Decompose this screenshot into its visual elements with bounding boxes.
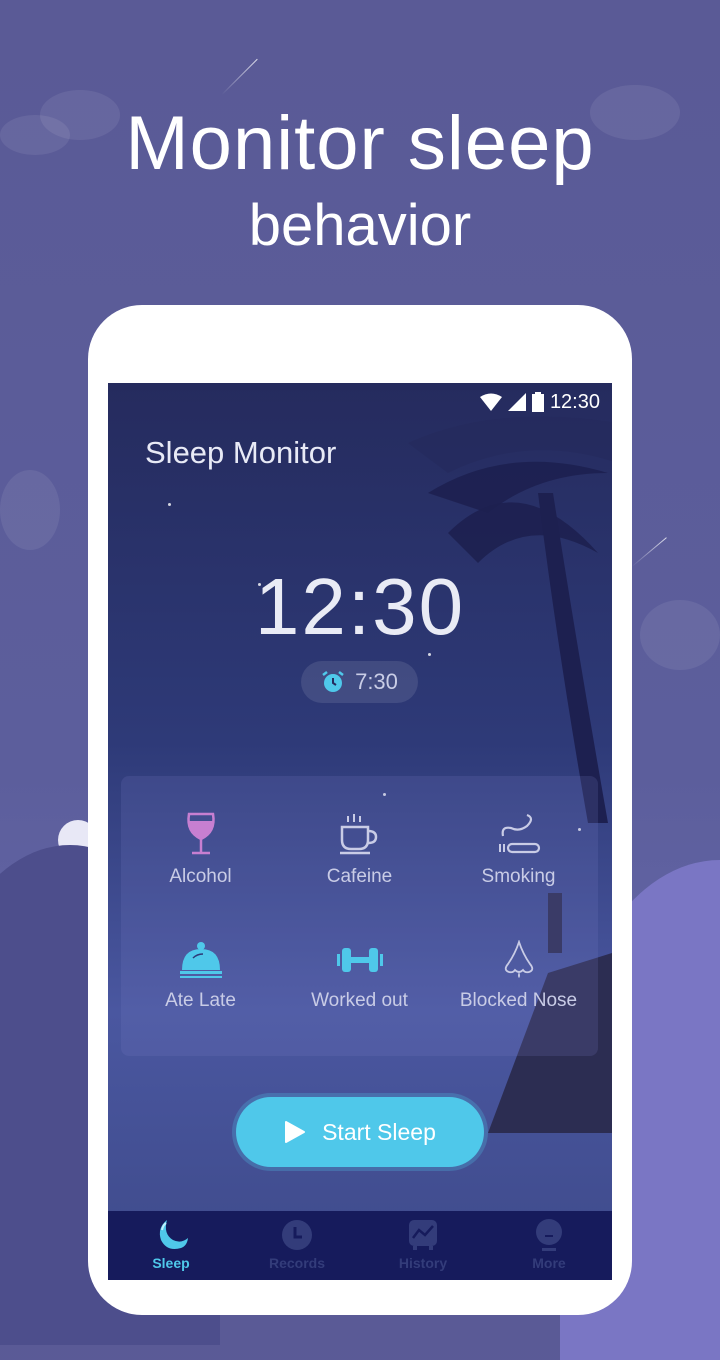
app-title: Sleep Monitor [145,435,337,470]
promo-subheadline: behavior [248,193,472,258]
shooting-star [221,58,258,95]
alarm-button[interactable]: 7:30 [301,661,418,703]
factor-label: Ate Late [165,990,236,1011]
star-decoration [428,653,431,656]
wine-glass-icon [186,812,215,855]
alarm-time: 7:30 [355,669,398,694]
factor-ate-late[interactable]: Ate Late [121,940,280,1012]
cloud-decoration [0,470,60,550]
play-icon [285,1121,306,1143]
tab-history[interactable]: History [360,1211,486,1280]
cigarette-icon [498,813,540,854]
factor-cafeine[interactable]: Cafeine [280,812,439,888]
factor-label: Worked out [311,990,408,1011]
tab-label: History [398,1255,448,1271]
promo-headline: Monitor sleep [125,101,595,186]
tab-label: Sleep [152,1255,190,1271]
tab-records[interactable]: Records [234,1211,360,1280]
start-sleep-button[interactable]: Start Sleep [236,1097,484,1167]
tab-label: More [532,1255,566,1271]
cloud-decoration [640,600,720,670]
clock-icon [282,1220,312,1250]
app-screen: 12:30 Sleep Monitor 12:30 7:30 Alcohol C… [108,383,612,1280]
factor-label: Alcohol [169,866,232,887]
status-bar: 12:30 [479,390,600,413]
wifi-icon [479,393,502,411]
sleep-factors-panel: Alcohol Cafeine Smoking Ate Late Worked … [121,776,598,1056]
dumbbell-icon [336,948,383,972]
bottom-tab-bar: Sleep Records History More [108,1211,612,1280]
current-time: 12:30 [254,562,466,651]
factor-label: Smoking [481,866,556,887]
coffee-cup-icon [339,814,377,855]
more-face-icon [536,1219,562,1251]
factor-label: Blocked Nose [459,990,578,1011]
tab-more[interactable]: More [486,1211,612,1280]
cell-signal-icon [507,393,526,411]
factor-alcohol[interactable]: Alcohol [121,812,280,888]
start-sleep-label: Start Sleep [322,1118,436,1145]
alarm-clock-icon [322,671,344,692]
tab-sleep[interactable]: Sleep [108,1211,234,1280]
battery-icon [531,392,544,412]
food-cloche-icon [179,942,222,978]
chart-icon [409,1220,437,1250]
factor-blocked-nose[interactable]: Blocked Nose [439,940,598,1012]
star-decoration [168,503,171,506]
shooting-star [631,537,667,567]
factor-smoking[interactable]: Smoking [439,812,598,888]
factor-label: Cafeine [326,866,393,887]
tab-label: Records [268,1255,326,1271]
factor-worked-out[interactable]: Worked out [280,940,439,1012]
moon-icon [159,1220,188,1249]
nose-icon [504,940,533,978]
status-time: 12:30 [549,390,600,413]
